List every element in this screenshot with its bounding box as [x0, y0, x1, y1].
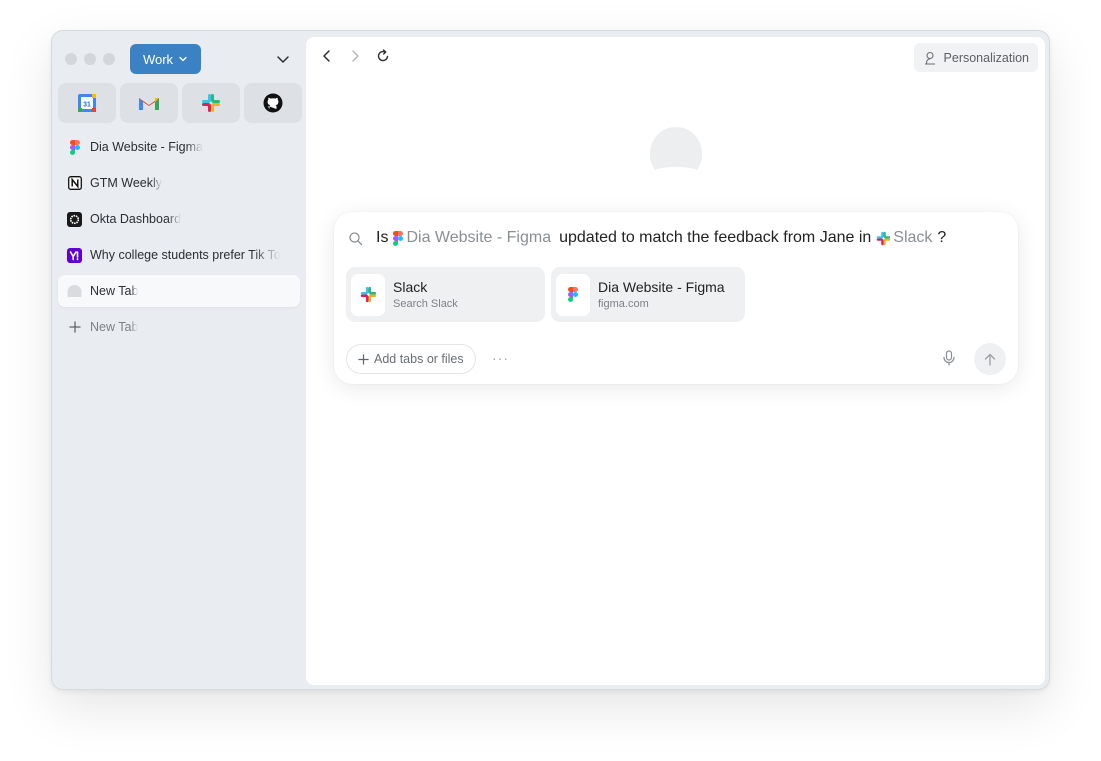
ask-composer: Is Dia Website - Figma updated to match …: [334, 212, 1018, 384]
personalization-icon: [924, 51, 935, 65]
google-calendar-icon: 31: [78, 94, 96, 112]
slack-icon: [202, 94, 220, 112]
pinned-slack[interactable]: [182, 83, 240, 123]
query-ref-figma[interactable]: Dia Website - Figma: [393, 229, 551, 247]
figma-icon: [67, 139, 82, 155]
tab-label: New Tab: [90, 284, 139, 298]
arrow-up-icon: [984, 353, 996, 366]
main-content: Personalization Is Dia Website - Figma u…: [306, 37, 1045, 685]
search-icon: [349, 231, 363, 245]
suggestion-title: Slack: [393, 279, 428, 295]
tab-item-active[interactable]: New Tab: [58, 275, 300, 307]
plus-icon: [358, 353, 369, 365]
query-text-1: Is: [376, 229, 389, 246]
figma-icon: [556, 273, 590, 316]
add-tabs-label: Add tabs or files: [374, 352, 464, 366]
personalization-button[interactable]: Personalization: [913, 43, 1038, 72]
suggestion-figma[interactable]: Dia Website - Figma figma.com: [551, 267, 745, 322]
notion-icon: [67, 176, 82, 191]
more-options-button[interactable]: ···: [492, 350, 509, 366]
github-icon: [263, 93, 283, 113]
browser-window: Work 31 Dia Website - Figma GTM Weekly O…: [51, 30, 1050, 690]
forward-icon[interactable]: [348, 49, 362, 63]
dia-icon: [67, 284, 82, 299]
tab-label: Why college students prefer Tik To: [90, 248, 281, 262]
svg-text:31: 31: [83, 102, 91, 109]
workspace-switcher-button[interactable]: Work: [130, 44, 201, 74]
back-icon[interactable]: [320, 49, 334, 63]
tab-item[interactable]: Dia Website - Figma: [58, 131, 300, 163]
tab-list: Dia Website - Figma GTM Weekly Okta Dash…: [58, 131, 300, 347]
query-text-3: ?: [937, 229, 947, 246]
tab-label: Okta Dashboard: [90, 212, 182, 226]
plus-icon: [67, 320, 82, 335]
zoom-window-button[interactable]: [103, 53, 115, 65]
tab-item[interactable]: Okta Dashboard: [58, 203, 300, 235]
microphone-icon[interactable]: [942, 350, 956, 366]
tab-item[interactable]: Why college students prefer Tik To: [58, 239, 300, 271]
slack-icon: [877, 231, 891, 245]
chevron-down-icon: [179, 56, 187, 62]
query-ref-slack-label: Slack: [893, 229, 933, 246]
query-input[interactable]: Is Dia Website - Figma updated to match …: [348, 229, 946, 247]
new-tab-button[interactable]: New Tab: [58, 311, 300, 343]
suggestion-list: Slack Search Slack Dia Website - Figma f…: [346, 267, 745, 322]
composer-actions: Add tabs or files ···: [346, 343, 1006, 375]
send-button[interactable]: [974, 343, 1006, 375]
reload-icon[interactable]: [376, 49, 390, 63]
query-ref-figma-label: Dia Website - Figma: [406, 229, 552, 246]
suggestion-subtitle: figma.com: [598, 298, 649, 310]
query-ref-slack[interactable]: Slack: [876, 229, 932, 247]
okta-icon: [67, 211, 82, 227]
suggestion-slack[interactable]: Slack Search Slack: [346, 267, 545, 322]
add-tabs-or-files-button[interactable]: Add tabs or files: [346, 344, 476, 374]
pinned-google-calendar[interactable]: 31: [58, 83, 116, 123]
pinned-gmail[interactable]: [120, 83, 178, 123]
tab-label: GTM Weekly: [90, 176, 162, 190]
query-text-2: updated to match the feedback from Jane …: [559, 229, 872, 246]
window-controls: [65, 53, 115, 65]
personalization-label: Personalization: [943, 50, 1029, 65]
sidebar-chevron-down-icon[interactable]: [275, 51, 291, 67]
pinned-github[interactable]: [244, 83, 302, 123]
close-window-button[interactable]: [65, 53, 77, 65]
gmail-icon: [139, 98, 159, 110]
tab-item[interactable]: GTM Weekly: [58, 167, 300, 199]
workspace-label: Work: [142, 51, 174, 67]
navigation-controls: [320, 49, 390, 63]
slack-icon: [351, 273, 385, 316]
tab-label: Dia Website - Figma: [90, 140, 203, 154]
suggestion-subtitle: Search Slack: [393, 298, 458, 310]
figma-icon: [393, 230, 404, 246]
new-tab-label: New Tab: [90, 320, 139, 334]
suggestion-title: Dia Website - Figma: [598, 279, 725, 295]
pinned-apps: 31: [58, 83, 302, 123]
yahoo-icon: [67, 247, 82, 263]
minimize-window-button[interactable]: [84, 53, 96, 65]
